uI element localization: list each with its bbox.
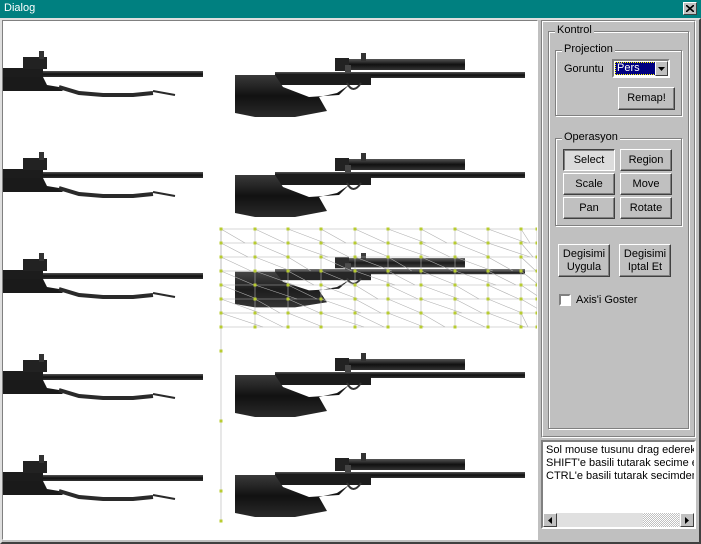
apply-changes-line1: Degisimi [562,247,606,260]
projection-group-title: Projection [562,43,615,55]
move-button[interactable]: Move [620,173,672,195]
cancel-changes-line1: Degisimi [623,247,667,260]
cancel-changes-button[interactable]: Degisimi Iptal Et [619,244,671,277]
window-title: Dialog [4,2,36,14]
texture-viewport[interactable] [2,20,538,540]
log-line: CTRL'e basili tutarak secimden [546,470,696,482]
operation-group-title: Operasyon [562,131,620,143]
log-lines: Sol mouse tusunu drag ederek SHIFT'e bas… [546,444,696,483]
arrow-right-icon [685,516,689,524]
horizontal-scrollbar[interactable] [543,513,694,527]
dropdown-arrow-button[interactable] [655,61,668,76]
scroll-left-button[interactable] [543,513,557,527]
view-select[interactable]: Pers [612,59,670,78]
view-select-value: Pers [615,62,656,75]
cancel-changes-line2: Iptal Et [627,260,663,273]
view-label: Goruntu [564,63,604,75]
projection-group: Projection Goruntu Pers Remap! [555,43,682,116]
close-button[interactable] [683,2,697,15]
chevron-down-icon [658,66,665,71]
close-x-icon [686,5,694,12]
pan-button[interactable]: Pan [563,197,615,219]
axis-checkbox-label[interactable]: Axis'i Goster [576,294,637,306]
log-line: SHIFT'e basili tutarak secime e [546,457,696,469]
title-bar[interactable]: Dialog [0,0,701,18]
kontrol-group: Kontrol Projection Goruntu Pers Remap! O… [548,24,689,429]
control-panel: Kontrol Projection Goruntu Pers Remap! O… [541,20,696,438]
axis-checkbox[interactable] [559,294,571,306]
remap-button[interactable]: Remap! [618,87,675,110]
select-button[interactable]: Select [563,149,615,171]
arrow-left-icon [548,516,552,524]
scrollbar-thumb[interactable] [643,513,679,527]
viewport-drawing [3,49,537,523]
log-line: Sol mouse tusunu drag ederek [546,444,696,456]
scroll-right-button[interactable] [680,513,694,527]
operation-group: Operasyon Select Region Scale Move Pan R… [555,131,682,226]
rotate-button[interactable]: Rotate [620,197,672,219]
apply-changes-button[interactable]: Degisimi Uygula [558,244,610,277]
kontrol-group-title: Kontrol [555,24,594,36]
scale-button[interactable]: Scale [563,173,615,195]
apply-changes-line2: Uygula [566,260,602,273]
message-log[interactable]: Sol mouse tusunu drag ederek SHIFT'e bas… [541,440,696,529]
region-button[interactable]: Region [620,149,672,171]
